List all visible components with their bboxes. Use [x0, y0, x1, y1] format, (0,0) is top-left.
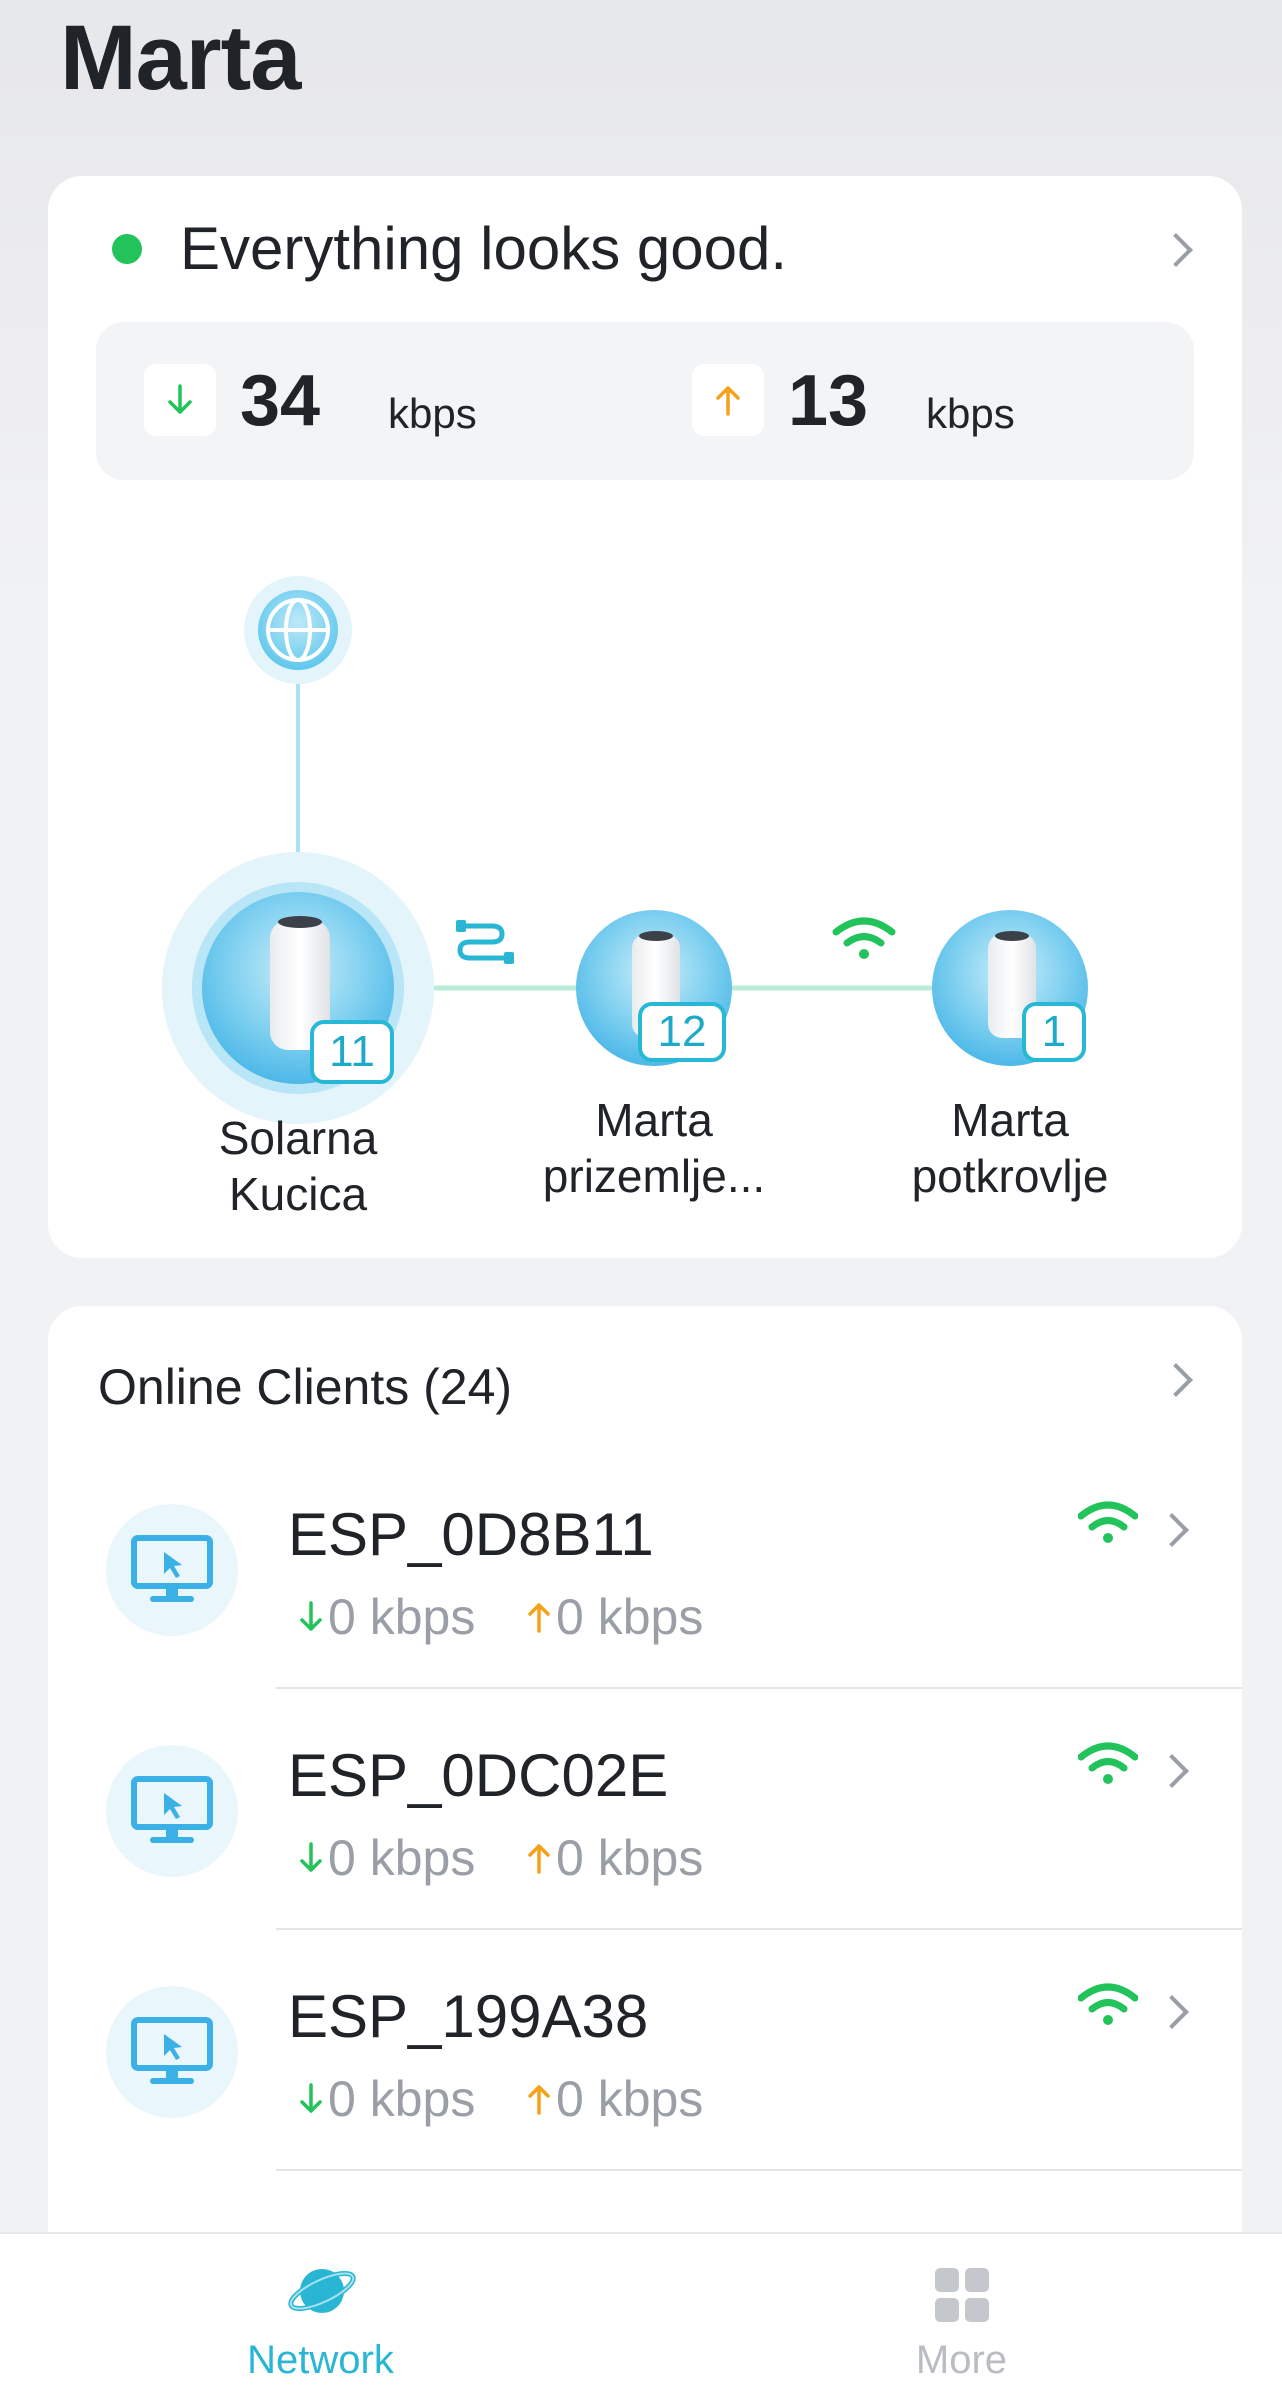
client-upload: 0 kbps — [522, 1588, 703, 1646]
node-client-count-badge: 12 — [638, 1002, 726, 1062]
online-clients-header[interactable]: Online Clients (24) — [48, 1306, 1242, 1446]
client-row[interactable]: ESP_199A38 0 kbps 0 kbps — [48, 1930, 1242, 2171]
client-upload-value: 0 kbps — [556, 2071, 704, 2127]
node-client-count-badge: 1 — [1022, 1002, 1086, 1062]
wifi-signal-icon — [1077, 1500, 1139, 1548]
bottom-tab-bar: Network More — [0, 2232, 1282, 2405]
node-label-marta-prizemlje[interactable]: Marta prizemlje... — [504, 1092, 804, 1204]
upload-arrow-icon — [528, 1603, 550, 1633]
download-arrow-icon — [300, 1842, 322, 1872]
client-download: 0 kbps — [294, 1829, 475, 1887]
client-name: ESP_0D8B11 — [288, 1501, 654, 1568]
node-name-line: Solarna — [218, 1112, 378, 1164]
internet-globe-icon — [244, 576, 352, 684]
download-arrow-icon — [300, 2083, 322, 2113]
tab-network[interactable]: Network — [0, 2234, 641, 2405]
client-download: 0 kbps — [294, 2070, 475, 2128]
desktop-device-icon — [106, 1986, 238, 2118]
node-client-count-badge: 11 — [310, 1020, 394, 1084]
node-name-line: potkrovlje — [911, 1150, 1109, 1202]
tab-more-label: More — [915, 2338, 1008, 2382]
client-row[interactable]: ESP_0D8B11 0 kbps 0 kbps — [48, 1448, 1242, 1689]
upload-arrow-icon — [528, 2085, 550, 2115]
node-name-line: Marta — [595, 1094, 713, 1146]
tab-more[interactable]: More — [641, 2234, 1282, 2405]
client-name: ESP_0DC02E — [288, 1742, 669, 1809]
chevron-right-icon — [1155, 1995, 1189, 2029]
node-label-solarna-kucica[interactable]: Solarna Kucica — [148, 1110, 448, 1222]
download-arrow-icon — [300, 1601, 322, 1631]
chevron-right-icon — [1155, 1754, 1189, 1788]
client-row[interactable]: ESP_0DC02E 0 kbps 0 kbps — [48, 1689, 1242, 1930]
client-download-value: 0 kbps — [328, 1830, 476, 1886]
main-node-solarna-kucica — [162, 852, 434, 1124]
client-download-value: 0 kbps — [328, 2071, 476, 2127]
node-name-line: Marta — [951, 1094, 1069, 1146]
node-label-marta-potkrovlje[interactable]: Marta potkrovlje — [860, 1092, 1160, 1204]
client-download: 0 kbps — [294, 1588, 475, 1646]
client-name: ESP_199A38 — [288, 1983, 649, 2050]
chevron-right-icon — [1155, 1513, 1189, 1547]
node-name-line: Kucica — [228, 1168, 368, 1220]
client-download-value: 0 kbps — [328, 1589, 476, 1645]
divider — [276, 2169, 1242, 2171]
online-clients-title: Online Clients (24) — [98, 1359, 513, 1415]
wifi-signal-icon — [1077, 1982, 1139, 2030]
client-upload: 0 kbps — [522, 1829, 703, 1887]
client-upload-value: 0 kbps — [556, 1830, 704, 1886]
online-clients-card: Online Clients (24) ESP_0D8B11 0 kbps 0 … — [48, 1306, 1242, 2306]
node-name-line: prizemlje... — [542, 1150, 766, 1202]
client-upload: 0 kbps — [522, 2070, 703, 2128]
page-title: Marta — [60, 7, 301, 109]
wifi-signal-icon — [1077, 1741, 1139, 1789]
wifi-link-icon — [832, 917, 896, 959]
client-upload-value: 0 kbps — [556, 1589, 704, 1645]
tab-network-label: Network — [247, 2338, 394, 2382]
desktop-device-icon — [106, 1504, 238, 1636]
network-planet-icon — [288, 2269, 356, 2313]
desktop-device-icon — [106, 1745, 238, 1877]
upload-arrow-icon — [528, 1844, 550, 1874]
ethernet-cable-icon — [456, 920, 514, 964]
chevron-right-icon — [1159, 1363, 1193, 1397]
network-status-card: Everything looks good. 34 kbps 13 kbps 1… — [48, 176, 1242, 1258]
grid-more-icon — [935, 2268, 989, 2322]
